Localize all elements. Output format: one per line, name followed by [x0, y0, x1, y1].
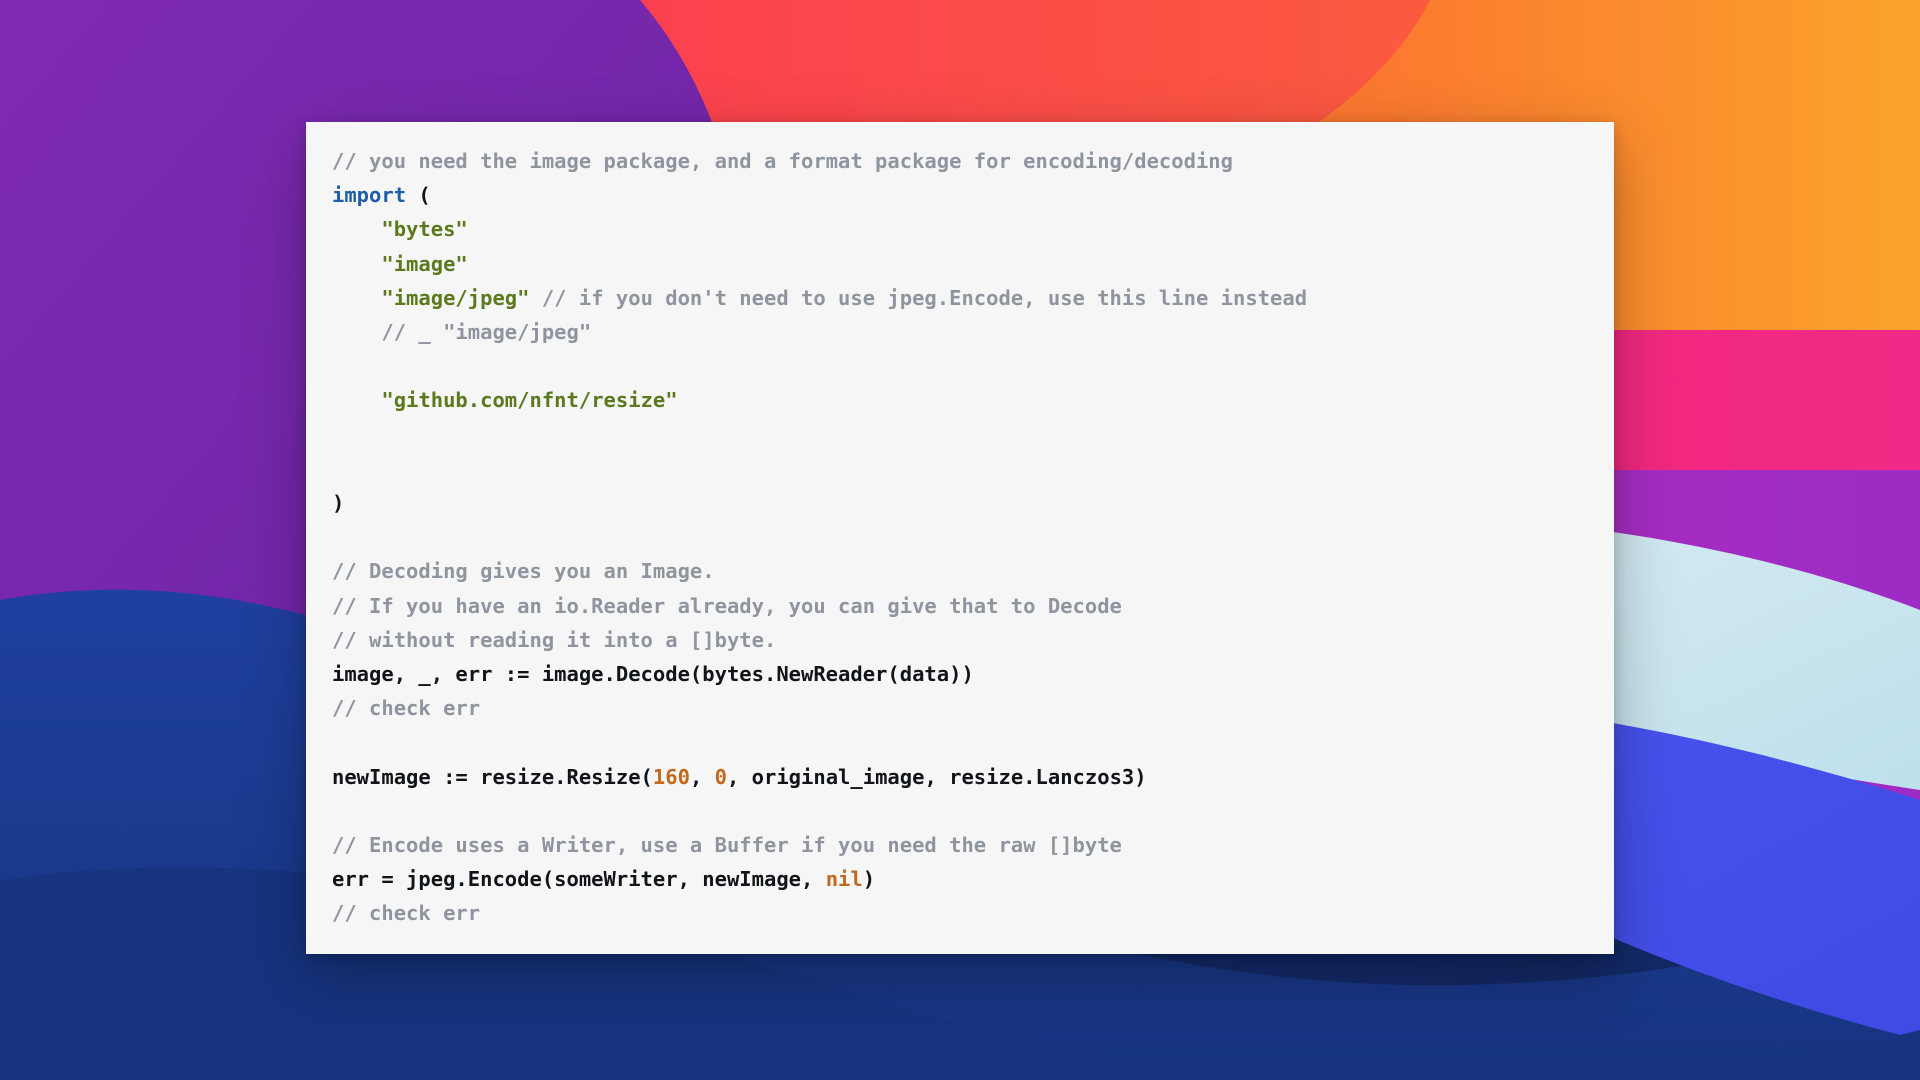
code-line: "image"	[332, 247, 1614, 281]
code-line: // If you have an io.Reader already, you…	[332, 589, 1614, 623]
code-line: // check err	[332, 691, 1614, 725]
code-line: import (	[332, 178, 1614, 212]
code-token: 160	[652, 764, 690, 789]
code-token: )	[862, 867, 876, 892]
code-line: // without reading it into a []byte.	[332, 623, 1614, 657]
code-line: )	[332, 486, 1614, 520]
code-token: // If you have an io.Reader already, you…	[332, 593, 1122, 618]
code-token: err = jpeg.Encode(someWriter, newImage,	[332, 867, 826, 892]
code-line: "github.com/nfnt/resize"	[332, 383, 1614, 417]
code-token: "image"	[381, 251, 468, 276]
code-block[interactable]: // you need the image package, and a for…	[306, 144, 1614, 931]
code-token: image, _, err := image.Decode(bytes.NewR…	[332, 662, 974, 687]
code-token: nil	[825, 867, 863, 892]
code-token: // Encode uses a Writer, use a Buffer if…	[332, 833, 1122, 858]
code-token: "image/jpeg"	[381, 285, 530, 310]
code-token: // you need the image package, and a for…	[332, 149, 1233, 173]
code-line: image, _, err := image.Decode(bytes.NewR…	[332, 657, 1614, 691]
code-token: import	[332, 183, 407, 208]
code-token: "bytes"	[381, 217, 468, 242]
code-token: // _ "image/jpeg"	[381, 320, 592, 345]
code-line: // _ "image/jpeg"	[332, 315, 1614, 349]
code-token: ,	[689, 764, 715, 789]
code-token: // Decoding gives you an Image.	[332, 559, 715, 584]
code-token: , original_image, resize.Lanczos3)	[726, 764, 1147, 789]
code-token: )	[332, 491, 345, 516]
code-token: // check err	[332, 696, 481, 721]
code-line: // you need the image package, and a for…	[332, 144, 1614, 178]
code-token: // if you don't need to use jpeg.Encode,…	[541, 285, 1308, 310]
code-token: 0	[714, 764, 727, 789]
code-token: "github.com/nfnt/resize"	[381, 388, 678, 413]
code-line: // check err	[332, 896, 1614, 930]
code-line: // Encode uses a Writer, use a Buffer if…	[332, 828, 1614, 862]
code-line: newImage := resize.Resize(160, 0, origin…	[332, 760, 1614, 794]
code-line: // Decoding gives you an Image.	[332, 554, 1614, 588]
code-token: // without reading it into a []byte.	[332, 627, 777, 652]
code-line: err = jpeg.Encode(someWriter, newImage, …	[332, 862, 1614, 896]
code-line: "bytes"	[332, 212, 1614, 246]
code-token: newImage := resize.Resize(	[332, 764, 653, 789]
code-line: "image/jpeg" // if you don't need to use…	[332, 281, 1614, 315]
code-token: // check err	[332, 901, 481, 926]
code-token: (	[418, 183, 431, 208]
code-snippet-card: // you need the image package, and a for…	[306, 122, 1614, 954]
